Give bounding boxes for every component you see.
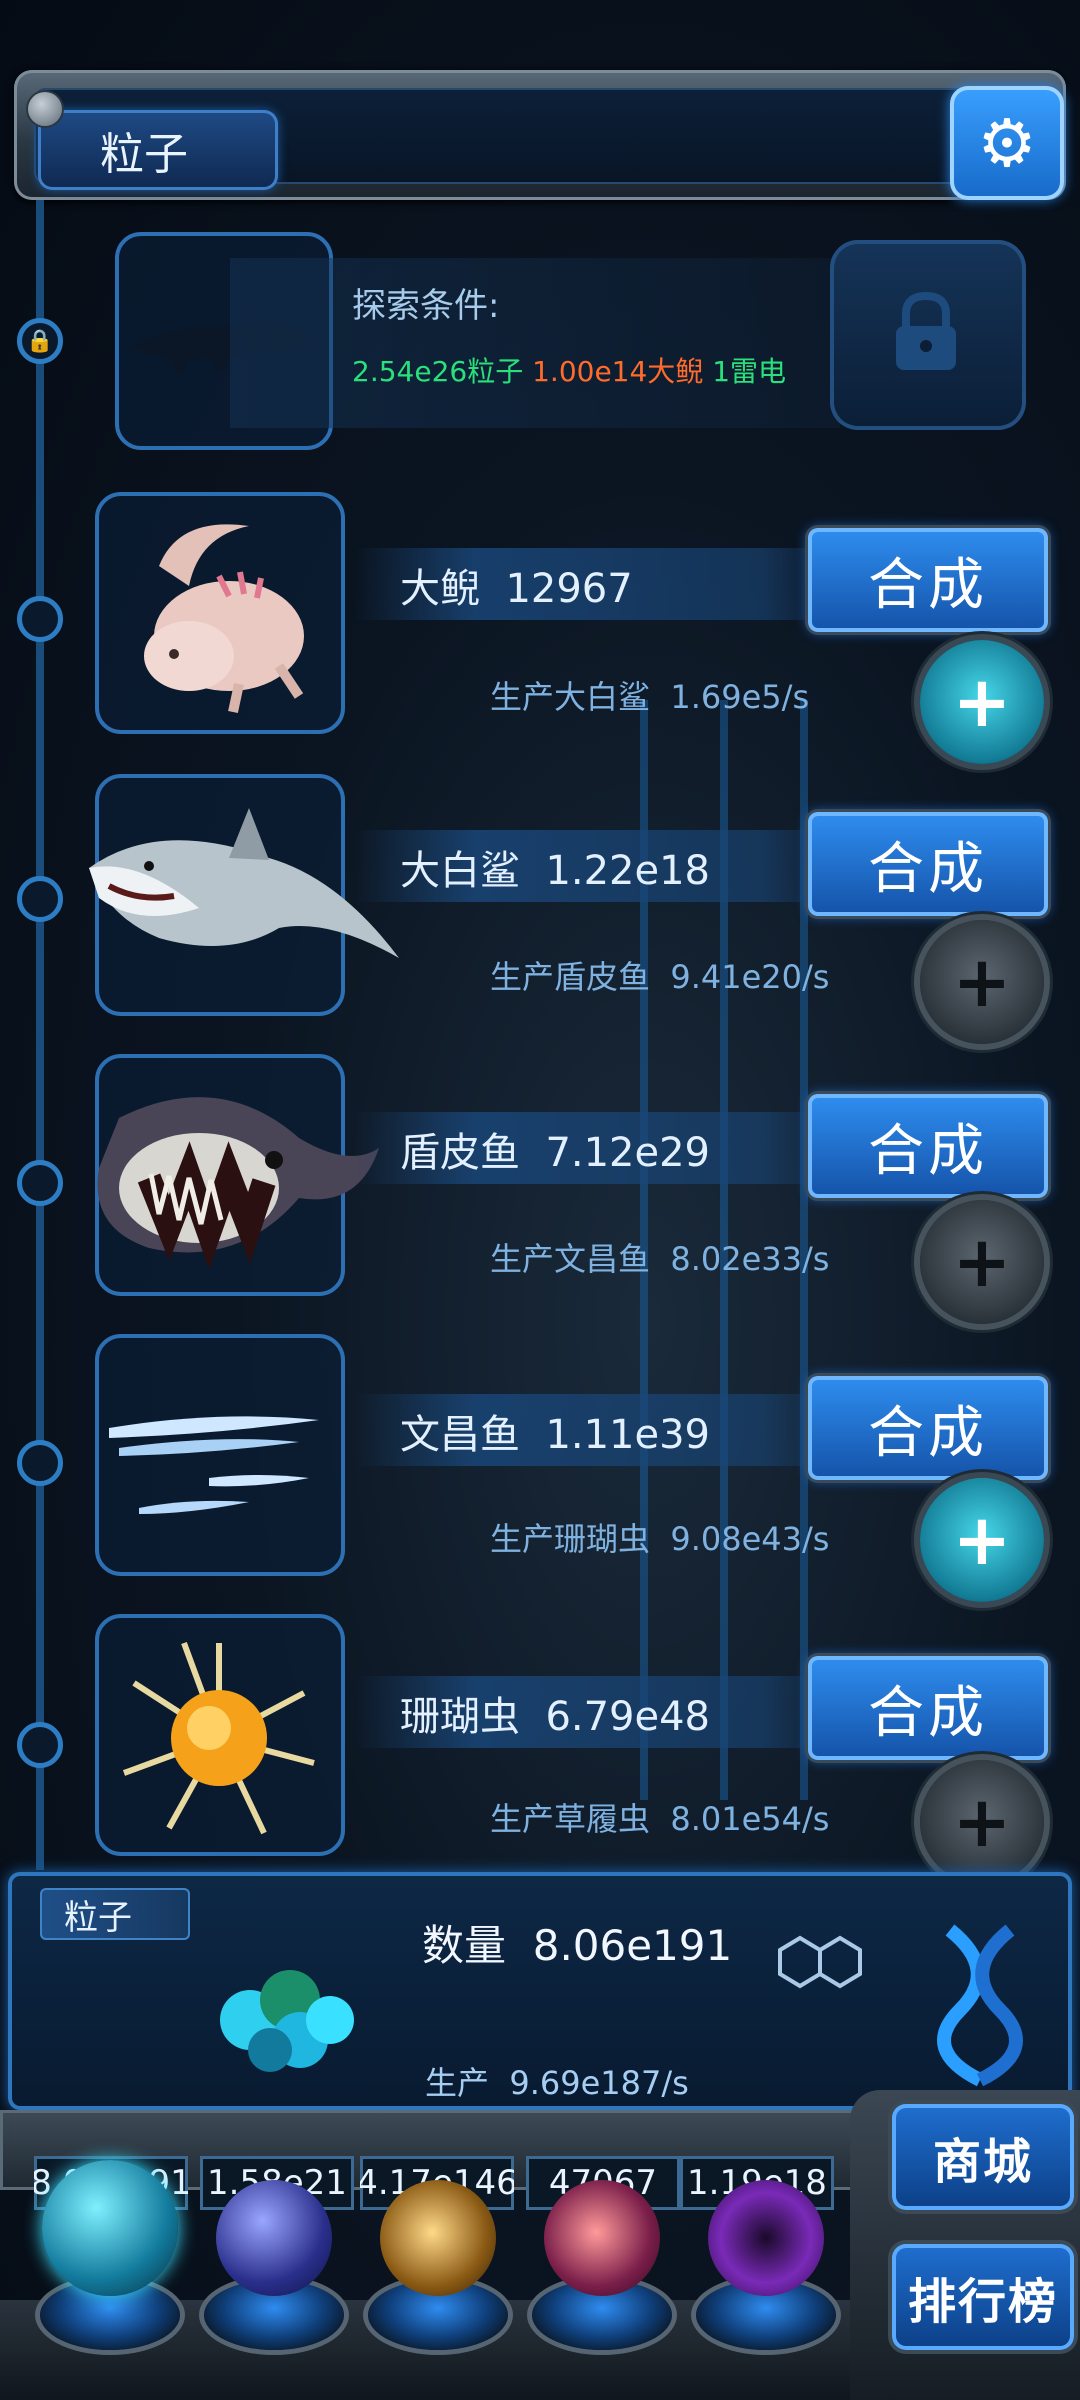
- merge-label: 合成: [868, 552, 988, 618]
- particle-cluster-icon: [220, 1970, 354, 2072]
- creature-slot-shark[interactable]: [89, 774, 399, 1016]
- gear-icon: ⚙: [977, 104, 1037, 182]
- merge-label: 合成: [868, 1680, 988, 1746]
- req-lightning: 1雷电: [712, 355, 787, 388]
- creature-production: 生产盾皮鱼 9.41e20/s: [490, 958, 830, 996]
- galaxy-orb-icon[interactable]: [380, 2180, 496, 2296]
- lancelet-image: [109, 1416, 319, 1514]
- rail-node: [17, 1722, 63, 1768]
- creature-production: 生产珊瑚虫 9.08e43/s: [490, 1520, 830, 1558]
- creature-name: 大鲵 12967: [400, 566, 633, 612]
- plus-icon: +: [952, 1499, 1012, 1581]
- creature-production: 生产文昌鱼 8.02e33/s: [490, 1240, 830, 1278]
- lightning-orb-icon[interactable]: [216, 2180, 332, 2296]
- plus-button[interactable]: +: [920, 1200, 1044, 1324]
- merge-button[interactable]: 合成: [808, 812, 1048, 916]
- shop-button[interactable]: 商城: [892, 2104, 1074, 2210]
- rail-node: [17, 1160, 63, 1206]
- page-title-text: 粒子: [100, 129, 188, 180]
- salamander-image: [144, 524, 304, 714]
- merge-button[interactable]: 合成: [808, 1376, 1048, 1480]
- creature-production: 生产大白鲨 1.69e5/s: [490, 678, 810, 716]
- req-salamander: 1.00e14大鲵: [532, 355, 704, 388]
- creature-slot-lancelet[interactable]: [95, 1334, 345, 1576]
- merge-button[interactable]: 合成: [808, 1094, 1048, 1198]
- merge-label: 合成: [868, 836, 988, 902]
- leaderboard-label: 排行榜: [907, 2274, 1058, 2330]
- shop-label: 商城: [932, 2134, 1033, 2190]
- placoderm-image: [97, 1097, 380, 1270]
- creature-name: 文昌鱼 1.11e39: [400, 1412, 711, 1458]
- creature-slot-salamander[interactable]: [95, 492, 345, 734]
- explore-requirements: 2.54e26粒子 1.00e14大鲵 1雷电: [352, 350, 786, 390]
- plus-icon: +: [952, 661, 1012, 743]
- particle-quantity: 数量 8.06e191: [422, 1921, 733, 1970]
- particle-orb-icon[interactable]: [42, 2160, 178, 2296]
- coral-polyp-image: [122, 1641, 315, 1835]
- settings-button[interactable]: ⚙: [950, 86, 1064, 200]
- req-particle: 2.54e26粒子: [352, 355, 524, 388]
- creature-name: 珊瑚虫 6.79e48: [400, 1694, 711, 1740]
- lock-icon: [896, 291, 956, 370]
- particle-tag-text: 粒子: [64, 1897, 132, 1938]
- creature-production: 生产草履虫 8.01e54/s: [490, 1800, 830, 1838]
- creature-name: 盾皮鱼 7.12e29: [400, 1130, 711, 1176]
- explore-title: 探索条件:: [352, 286, 500, 326]
- rivet-icon: [28, 92, 62, 126]
- portal-orb-icon[interactable]: [708, 2180, 824, 2296]
- merge-button[interactable]: 合成: [808, 528, 1048, 632]
- page-title: 粒子: [38, 110, 278, 190]
- dna-molecule-icon: [778, 1924, 1023, 2087]
- explore-condition-panel: [230, 258, 840, 428]
- creature-slot-placoderm[interactable]: [95, 1054, 380, 1296]
- rail-lock-icon: 🔒: [17, 318, 63, 364]
- plus-button[interactable]: +: [920, 920, 1044, 1044]
- particle-tag: 粒子: [40, 1888, 190, 1940]
- brain-orb-icon[interactable]: [544, 2180, 660, 2296]
- particle-production: 生产 9.69e187/s: [425, 2064, 689, 2102]
- rail-node: [17, 596, 63, 642]
- plus-button[interactable]: +: [920, 1760, 1044, 1884]
- leaderboard-button[interactable]: 排行榜: [892, 2244, 1074, 2350]
- plus-icon: +: [952, 941, 1012, 1023]
- plus-button[interactable]: +: [920, 640, 1044, 764]
- merge-label: 合成: [868, 1400, 988, 1466]
- merge-label: 合成: [868, 1118, 988, 1184]
- rail-node: [17, 876, 63, 922]
- progress-rail: [36, 200, 44, 1870]
- plus-button[interactable]: +: [920, 1478, 1044, 1602]
- plus-icon: +: [952, 1781, 1012, 1863]
- plus-icon: +: [952, 1221, 1012, 1303]
- creature-name: 大白鲨 1.22e18: [400, 848, 711, 894]
- creature-slot-coral-polyp[interactable]: [95, 1614, 345, 1856]
- rail-node: [17, 1440, 63, 1486]
- merge-button[interactable]: 合成: [808, 1656, 1048, 1760]
